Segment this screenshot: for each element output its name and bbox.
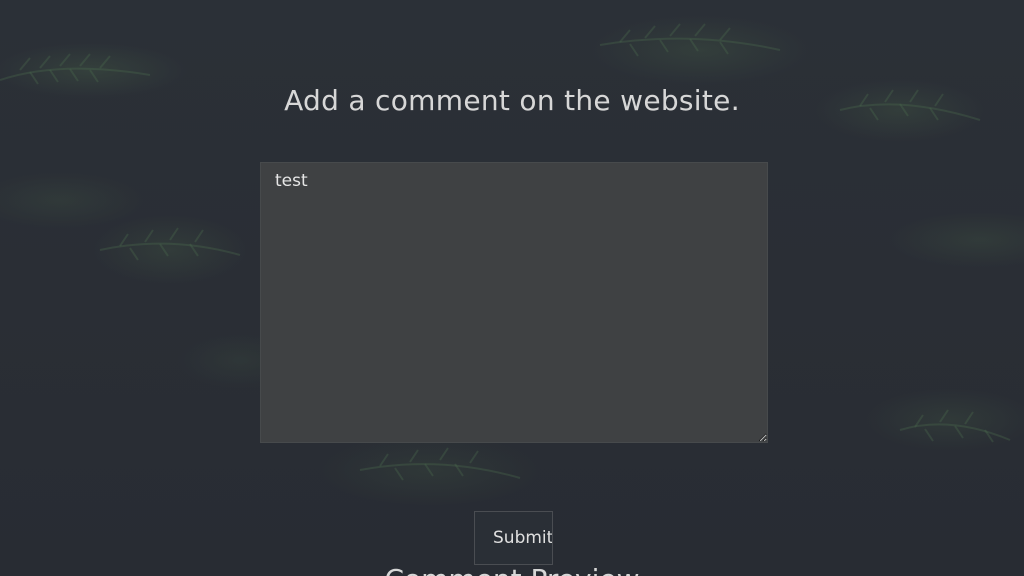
submit-button[interactable]: Submit xyxy=(474,511,553,565)
comment-preview-title: Comment Preview xyxy=(0,563,1024,576)
page-heading: Add a comment on the website. xyxy=(284,84,740,117)
comment-textarea[interactable] xyxy=(260,162,768,443)
